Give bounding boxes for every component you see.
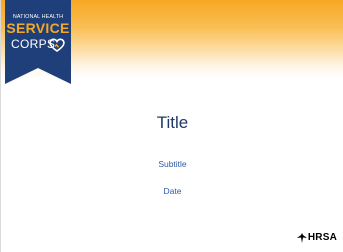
heart-icon: [49, 38, 65, 52]
slide: NATIONAL HEALTH SERVICE CORPS Title Subt…: [0, 0, 343, 252]
nhsc-logo-banner: NATIONAL HEALTH SERVICE CORPS: [5, 0, 71, 84]
slide-date[interactable]: Date: [1, 186, 343, 196]
logo-service: SERVICE: [6, 20, 70, 36]
hrsa-logo: HRSA: [296, 232, 337, 243]
hrsa-wordmark: HRSA: [307, 232, 337, 243]
hrsa-eagle-icon: [296, 232, 307, 243]
slide-subtitle[interactable]: Subtitle: [1, 159, 343, 169]
slide-title[interactable]: Title: [1, 113, 343, 133]
